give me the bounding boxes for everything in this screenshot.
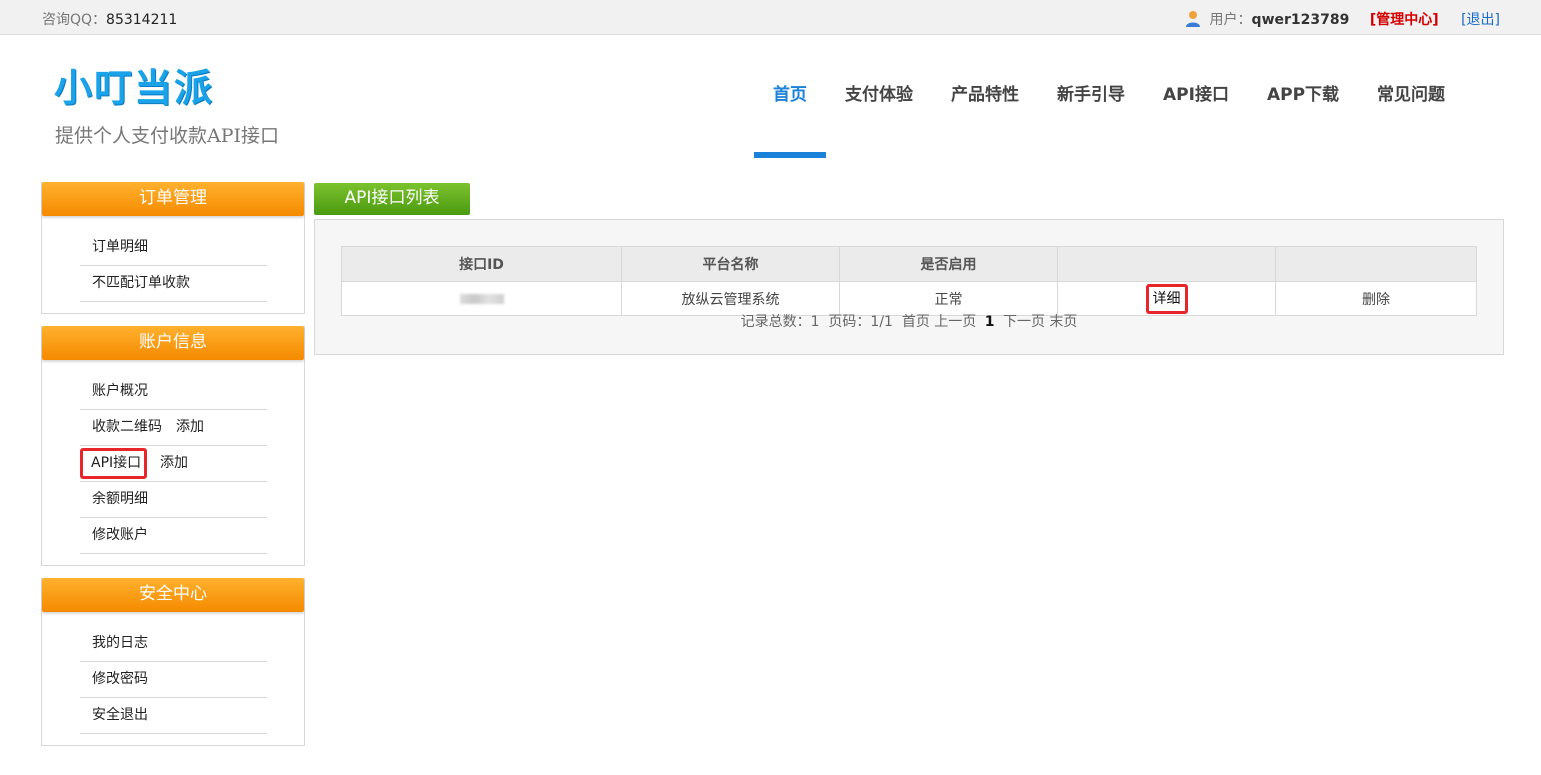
qq-label: 咨询QQ： bbox=[42, 12, 107, 28]
nav-payment-demo[interactable]: 支付体验 bbox=[826, 47, 932, 158]
qq-number: 85314211 bbox=[106, 12, 178, 28]
api-table: 接口ID 平台名称 是否启用 放纵云管理系统 正常 详细 删除 bbox=[341, 246, 1477, 316]
sidebar-orders-list: 订单明细 不匹配订单收款 bbox=[80, 230, 267, 302]
sidebar-item-change-password[interactable]: 修改密码 bbox=[80, 662, 267, 698]
tagline: 提供个人支付收款API接口 bbox=[55, 125, 280, 147]
pager: 记录总数：1 页码：1/1 首页 上一页 1 下一页 末页 bbox=[315, 311, 1503, 331]
api-add-link[interactable]: 添加 bbox=[160, 446, 188, 480]
sidebar-item-balance-details[interactable]: 余额明细 bbox=[80, 482, 267, 518]
col-enabled: 是否启用 bbox=[839, 246, 1058, 282]
sidebar-item-safe-logout[interactable]: 安全退出 bbox=[80, 698, 267, 734]
sidebar-item-my-logs[interactable]: 我的日志 bbox=[80, 626, 267, 662]
qq-contact: 咨询QQ：85314211 bbox=[42, 9, 177, 29]
api-link[interactable]: API接口 bbox=[80, 448, 148, 479]
logo-text: 小叮当派 bbox=[54, 66, 215, 110]
pager-last[interactable]: 末页 bbox=[1049, 314, 1077, 330]
table-header-row: 接口ID 平台名称 是否启用 bbox=[341, 246, 1477, 282]
pager-page: 页码：1/1 bbox=[828, 314, 893, 330]
pager-current: 1 bbox=[984, 314, 995, 330]
pager-next[interactable]: 下一页 bbox=[1003, 314, 1045, 330]
sidebar-item-qrcode: 收款二维码 添加 bbox=[80, 410, 267, 446]
sidebar-item-unmatched-orders[interactable]: 不匹配订单收款 bbox=[80, 266, 267, 302]
sidebar-account-title: 账户信息 bbox=[42, 326, 304, 360]
col-detail bbox=[1057, 246, 1276, 282]
main-nav: 首页 支付体验 产品特性 新手引导 API接口 APP下载 常见问题 bbox=[754, 47, 1464, 158]
pager-prev[interactable]: 上一页 bbox=[934, 314, 976, 330]
sidebar-item-order-details[interactable]: 订单明细 bbox=[80, 230, 267, 266]
detail-button[interactable]: 详细 bbox=[1145, 283, 1188, 314]
nav-api[interactable]: API接口 bbox=[1144, 47, 1248, 158]
sidebar-security-list: 我的日志 修改密码 安全退出 bbox=[80, 626, 267, 734]
logout-link[interactable]: [退出] bbox=[1461, 12, 1500, 28]
top-bar: 咨询QQ：85314211 用户：qwer123789 [管理中心] [退出] bbox=[0, 0, 1541, 35]
nav-features[interactable]: 产品特性 bbox=[932, 47, 1038, 158]
user-label: 用户： bbox=[1209, 12, 1252, 28]
qrcode-add-link[interactable]: 添加 bbox=[176, 419, 204, 435]
sidebar-security-box: 安全中心 我的日志 修改密码 安全退出 bbox=[41, 578, 305, 746]
sidebar-account-list: 账户概况 收款二维码 添加 API接口 添加 余额明细 修改账户 bbox=[80, 374, 267, 554]
redacted-id bbox=[459, 293, 504, 304]
admin-center-link[interactable]: [管理中心] bbox=[1370, 12, 1439, 28]
sidebar-item-api: API接口 添加 bbox=[80, 446, 267, 482]
sidebar-security-title: 安全中心 bbox=[42, 578, 304, 612]
username: qwer123789 bbox=[1251, 12, 1350, 28]
user-box: 用户：qwer123789 [管理中心] [退出] bbox=[1185, 9, 1500, 29]
nav-app-download[interactable]: APP下载 bbox=[1248, 47, 1358, 158]
nav-home[interactable]: 首页 bbox=[754, 47, 826, 158]
user-icon bbox=[1186, 11, 1201, 27]
pager-total: 记录总数：1 bbox=[740, 314, 820, 330]
col-platform-name: 平台名称 bbox=[621, 246, 840, 282]
qrcode-link[interactable]: 收款二维码 bbox=[92, 419, 162, 435]
logo[interactable]: 小叮当派 bbox=[42, 47, 396, 122]
delete-button[interactable]: 删除 bbox=[1362, 292, 1390, 308]
sidebar-item-account-overview[interactable]: 账户概况 bbox=[80, 374, 267, 410]
sidebar-item-modify-account[interactable]: 修改账户 bbox=[80, 518, 267, 554]
api-list-panel: 接口ID 平台名称 是否启用 放纵云管理系统 正常 详细 删除 记录总数：1 页… bbox=[314, 219, 1504, 355]
sidebar-account-box: 账户信息 账户概况 收款二维码 添加 API接口 添加 余额明细 修改账户 bbox=[41, 326, 305, 566]
col-interface-id: 接口ID bbox=[341, 246, 622, 282]
tab-api-list[interactable]: API接口列表 bbox=[314, 183, 470, 215]
sidebar-orders-box: 订单管理 订单明细 不匹配订单收款 bbox=[41, 182, 305, 314]
nav-faq[interactable]: 常见问题 bbox=[1358, 47, 1464, 158]
pager-first[interactable]: 首页 bbox=[902, 314, 930, 330]
nav-guide[interactable]: 新手引导 bbox=[1038, 47, 1144, 158]
sidebar-orders-title: 订单管理 bbox=[42, 182, 304, 216]
col-delete bbox=[1275, 246, 1477, 282]
